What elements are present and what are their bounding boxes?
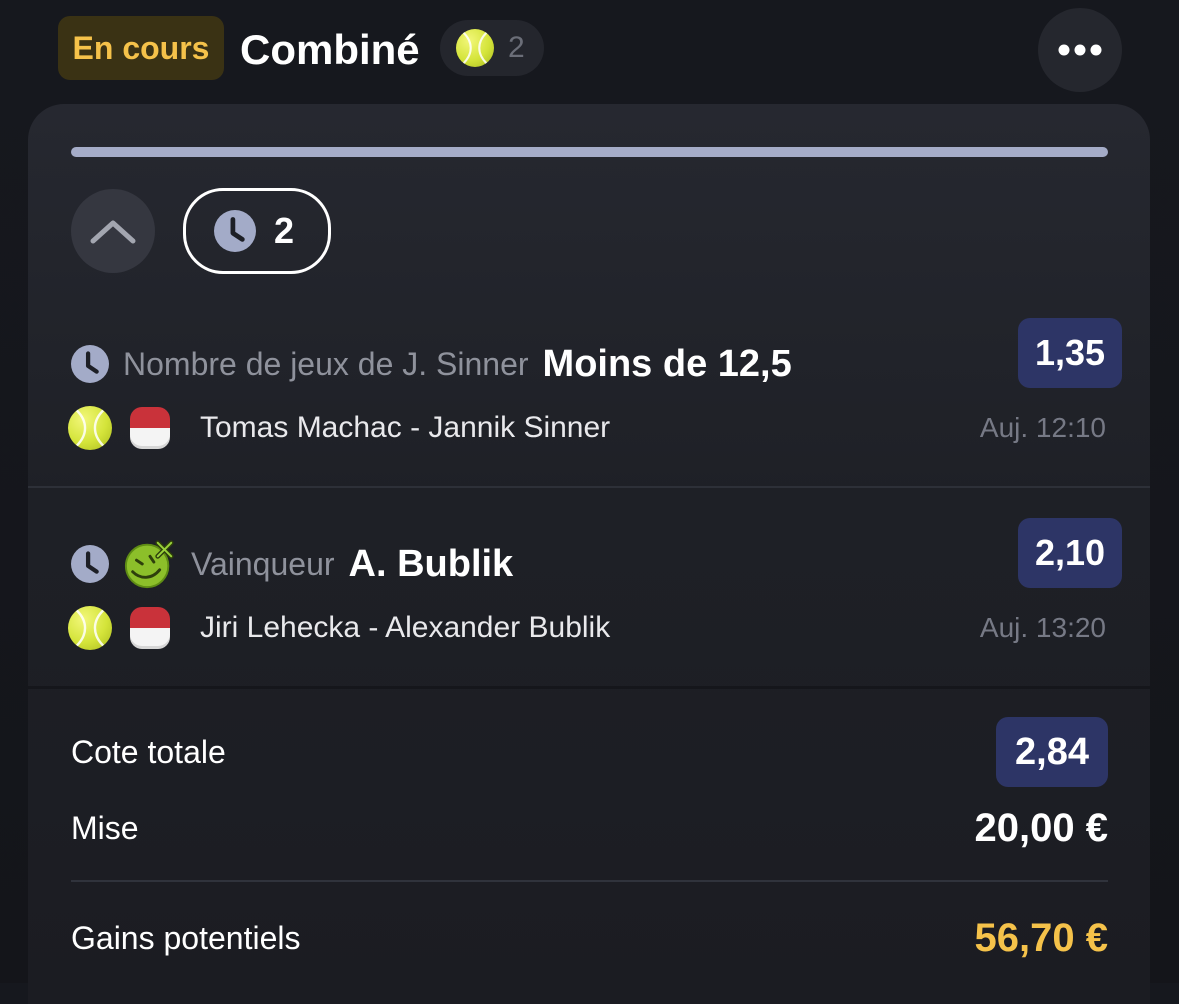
total-odds-label: Cote totale: [71, 733, 226, 770]
status-badge: En cours: [58, 16, 224, 80]
tennis-ball-icon: [68, 606, 112, 650]
ellipsis-icon: [1058, 44, 1102, 56]
odds-badge: 1,35: [1018, 318, 1122, 388]
event-name: Tomas Machac - Jannik Sinner: [200, 411, 611, 444]
odds-badge: 2,10: [1018, 518, 1122, 588]
tennis-ball-icon: [68, 406, 112, 450]
total-odds-row: Cote totale 2,84: [71, 714, 1108, 790]
event-time: Auj. 13:20: [979, 612, 1106, 643]
flag-icon: [130, 407, 170, 449]
event-line: Jiri Lehecka - Alexander Bublik: [68, 606, 610, 650]
row-divider: [28, 486, 1150, 488]
market-line: Vainqueur A. Bublik: [71, 534, 513, 594]
event-line: Tomas Machac - Jannik Sinner: [68, 406, 610, 450]
clock-icon: [214, 210, 256, 252]
flag-icon: [130, 607, 170, 649]
total-odds-badge: 2,84: [996, 717, 1108, 787]
collapse-button[interactable]: [71, 189, 155, 273]
stake-label: Mise: [71, 809, 139, 846]
bet-progress-bar: [71, 147, 1108, 157]
clock-icon: [71, 545, 109, 583]
winnings-value: 56,70 €: [974, 915, 1108, 960]
pending-selections-chip[interactable]: 2: [183, 188, 331, 274]
pending-count: 2: [274, 210, 295, 251]
event-name: Jiri Lehecka - Alexander Bublik: [200, 611, 611, 644]
chevron-up-icon: [90, 220, 136, 244]
summary-separator: [71, 880, 1108, 882]
clock-icon: [71, 345, 109, 383]
more-options-button[interactable]: [1038, 8, 1122, 92]
selection-row[interactable]: Nombre de jeux de J. Sinner Moins de 12,…: [28, 314, 1150, 486]
boost-emoji-icon: [123, 537, 177, 591]
winnings-row: Gains potentiels 56,70 €: [71, 908, 1108, 968]
bet-type-title: Combiné: [240, 26, 420, 73]
winnings-label: Gains potentiels: [71, 919, 301, 956]
stake-value: 20,00 €: [974, 805, 1108, 850]
market-pick: Moins de 12,5: [542, 342, 792, 385]
stake-row: Mise 20,00 €: [71, 798, 1108, 858]
event-time: Auj. 12:10: [979, 412, 1106, 443]
selection-count: 2: [508, 31, 525, 64]
market-line: Nombre de jeux de J. Sinner Moins de 12,…: [71, 334, 792, 394]
sport-count-pill: 2: [440, 20, 544, 76]
summary-divider: [28, 686, 1150, 689]
market-pick: A. Bublik: [348, 542, 514, 585]
tennis-ball-icon: [456, 29, 494, 67]
bet-card: 2 Nombre de jeux de J. Sinner Moins de 1…: [28, 104, 1150, 1004]
selection-row[interactable]: Vainqueur A. Bublik 2,10 Jiri Lehecka - …: [28, 514, 1150, 686]
bet-header: En cours Combiné 2: [0, 0, 1179, 100]
market-label: Nombre de jeux de J. Sinner: [123, 345, 529, 382]
market-label: Vainqueur: [191, 545, 335, 582]
